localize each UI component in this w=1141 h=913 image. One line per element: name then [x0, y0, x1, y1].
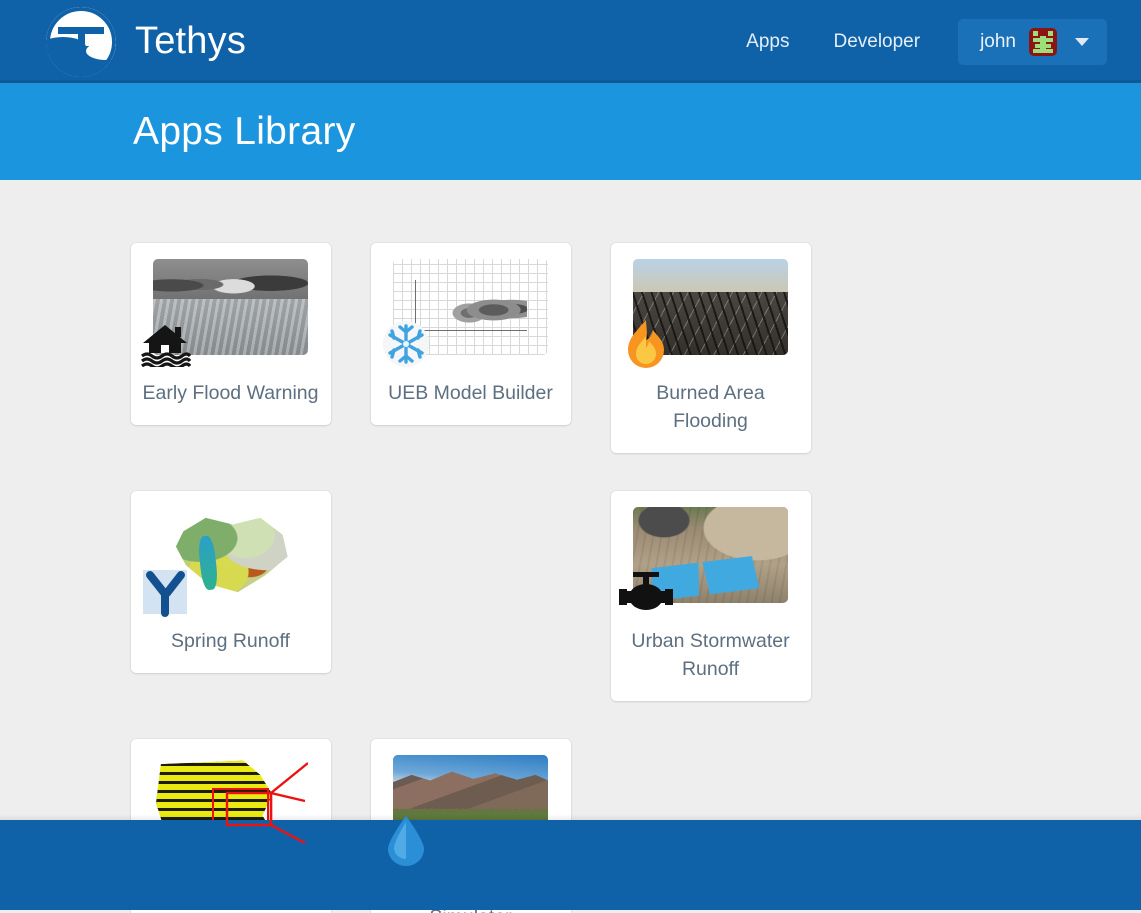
- valve-icon: [618, 565, 673, 619]
- app-grid-cell: Early Flood Warning: [111, 243, 351, 463]
- app-card-title: Spring Runoff: [171, 630, 290, 652]
- app-grid-cell: Burned Area Flooding: [591, 243, 831, 491]
- apps-library-content: Early Flood Warning UEB Model Builder Bu…: [0, 180, 1141, 913]
- app-card-early-flood-warning[interactable]: Early Flood Warning: [130, 243, 331, 425]
- tethys-logo-icon: [46, 6, 116, 77]
- chevron-down-icon: [1075, 37, 1089, 46]
- app-grid-cell: Urban Stormwater Runoff: [591, 491, 831, 739]
- main-nav: Apps Developer john: [724, 18, 1141, 65]
- app-card-ueb-model-builder[interactable]: UEB Model Builder: [370, 243, 571, 425]
- snowflake-icon: [379, 317, 433, 371]
- site-header: Tethys Apps Developer john: [0, 0, 1141, 83]
- nav-link-developer[interactable]: Developer: [811, 21, 942, 63]
- brand[interactable]: Tethys: [46, 6, 247, 77]
- app-thumbnail-wrap: [141, 503, 321, 617]
- brand-name: Tethys: [135, 20, 247, 62]
- mesh-overlay-icon: [225, 762, 308, 845]
- app-card-title: Urban Stormwater Runoff: [631, 630, 790, 680]
- app-card-urban-stormwater-runoff[interactable]: Urban Stormwater Runoff: [610, 491, 811, 701]
- nav-link-apps[interactable]: Apps: [724, 21, 811, 63]
- app-thumbnail-image: [153, 755, 308, 851]
- user-menu-button[interactable]: john: [958, 18, 1107, 65]
- app-card-title: UEB Model Builder: [388, 382, 553, 404]
- app-grid: Early Flood Warning UEB Model Builder Bu…: [111, 243, 1031, 913]
- fire-icon: [619, 317, 673, 371]
- app-thumbnail-wrap: [621, 255, 801, 368]
- app-grid-cell: UEB Model Builder: [351, 243, 591, 463]
- water-drop-icon: [379, 813, 433, 867]
- house-flood-icon: [139, 317, 193, 371]
- page-banner: Apps Library: [0, 83, 1141, 180]
- app-thumbnail-wrap: [618, 503, 801, 610]
- letter-y-icon: [139, 565, 193, 619]
- app-thumbnail-wrap: [141, 751, 321, 855]
- app-card-burned-area-flooding[interactable]: Burned Area Flooding: [610, 243, 811, 453]
- user-avatar-identicon: [1029, 27, 1057, 56]
- app-thumbnail-wrap: [381, 255, 561, 367]
- app-grid-cell: Spring Runoff: [111, 491, 351, 711]
- app-grid-spacer: [351, 491, 591, 529]
- page-title: Apps Library: [133, 109, 356, 153]
- app-card-title: Early Flood Warning: [142, 382, 319, 404]
- app-thumbnail-wrap: [140, 255, 321, 367]
- app-card-title: Burned Area Flooding: [656, 382, 765, 432]
- user-menu-label: john: [980, 30, 1016, 52]
- app-card-spring-runoff[interactable]: Spring Runoff: [130, 491, 331, 673]
